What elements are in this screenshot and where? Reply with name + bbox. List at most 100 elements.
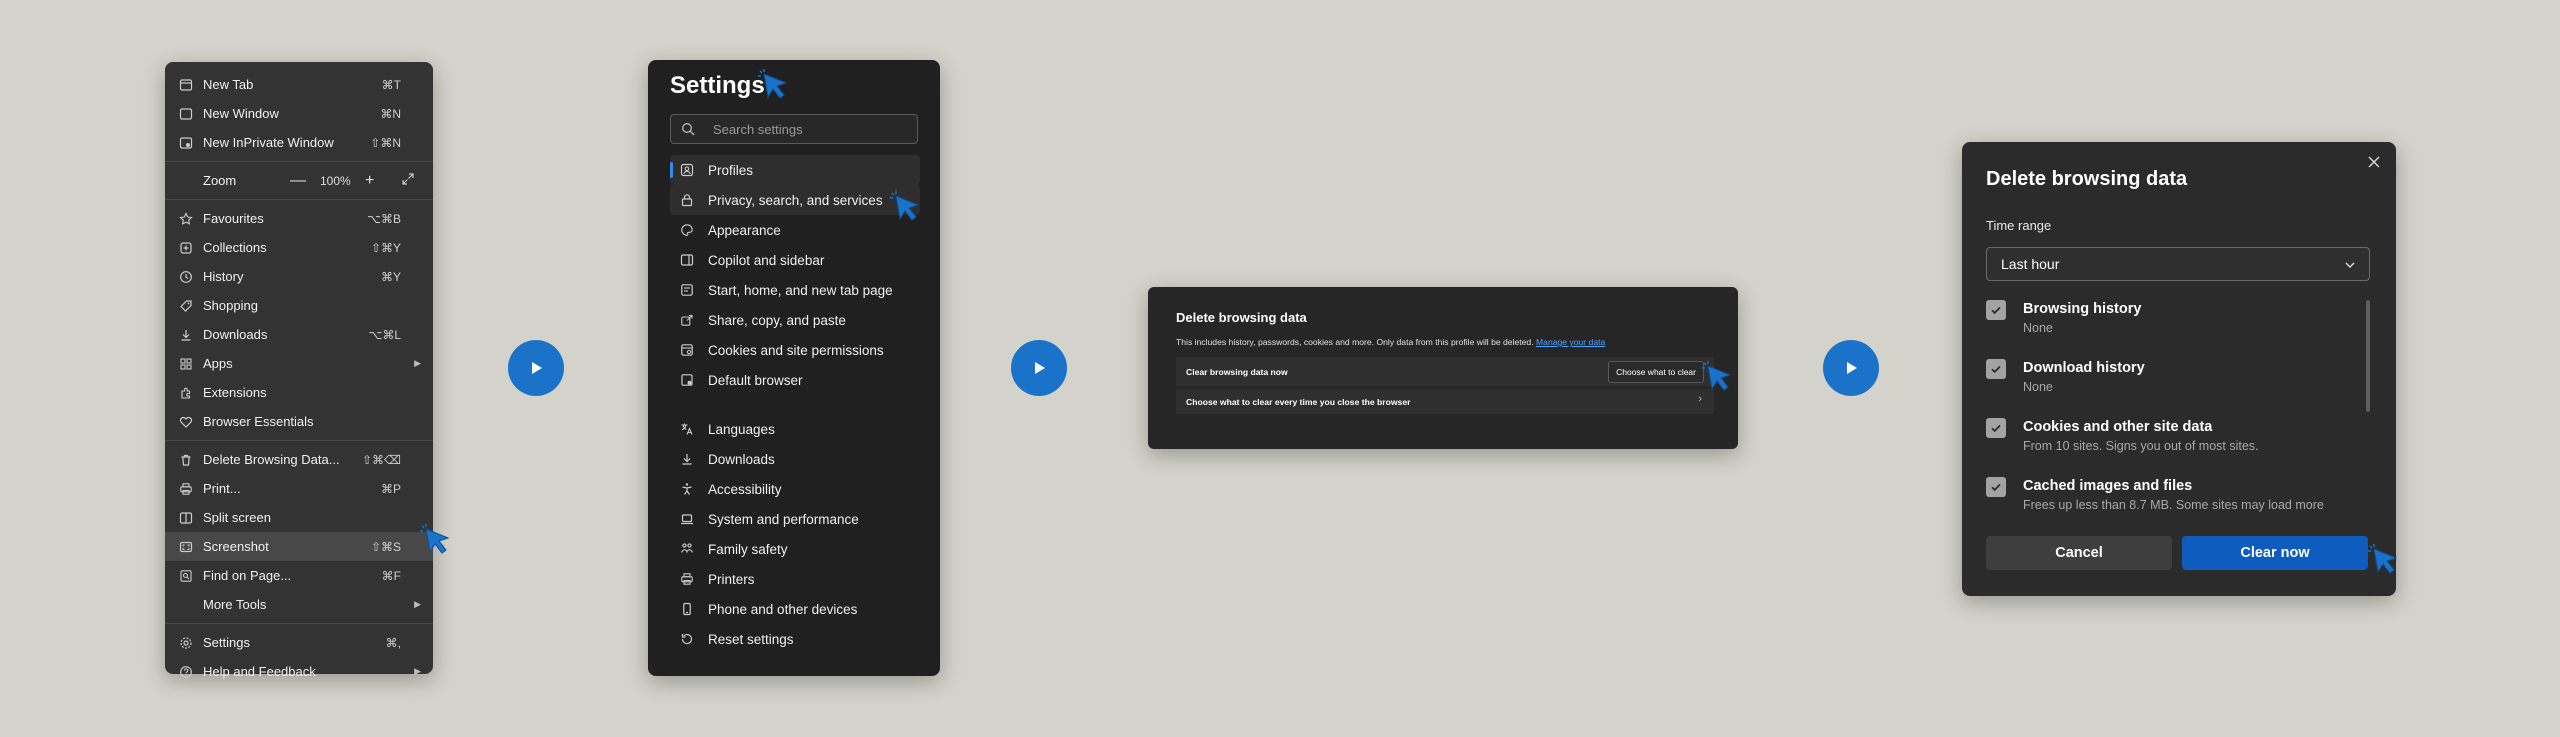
play-button[interactable]	[1011, 340, 1067, 396]
menu-item-label: Screenshot	[203, 539, 269, 554]
menu-item-apps[interactable]: Apps ▶	[165, 349, 433, 378]
zoom-in-button[interactable]: +	[365, 172, 374, 190]
checkbox-checked-icon[interactable]	[1986, 418, 2006, 438]
clear-now-row: Clear browsing data now Choose what to c…	[1176, 357, 1714, 386]
divider	[165, 161, 433, 162]
menu-item-label: Extensions	[203, 385, 267, 400]
settings-item-privacy[interactable]: Privacy, search, and services	[670, 185, 920, 215]
menu-item-shortcut: ⌘Y	[380, 269, 401, 284]
clear-now-button[interactable]: Clear now	[2182, 536, 2368, 570]
menu-item-shortcut: ⇧⌘⌫	[361, 452, 401, 467]
play-button[interactable]	[508, 340, 564, 396]
cancel-button[interactable]: Cancel	[1986, 536, 2172, 570]
option-subtitle: Frees up less than 8.7 MB. Some sites ma…	[2023, 498, 2324, 512]
option-subtitle: None	[2023, 380, 2053, 394]
settings-title: Settings	[670, 72, 765, 99]
settings-item-default-browser[interactable]: Default browser	[670, 365, 920, 395]
menu-item-shortcut: ⇧⌘N	[370, 135, 401, 150]
time-range-select[interactable]: Last hour	[1986, 247, 2370, 281]
menu-item-shortcut: ⌘T	[381, 77, 401, 92]
mouse-cursor-icon	[758, 69, 788, 99]
cookies-icon	[680, 343, 694, 357]
browser-icon	[680, 373, 694, 387]
find-icon	[179, 569, 193, 583]
menu-item-shortcut: ⌥⌘B	[367, 211, 401, 226]
mouse-cursor-icon	[890, 191, 920, 221]
clear-on-close-label: Choose what to clear every time you clos…	[1186, 397, 1411, 407]
settings-item-cookies[interactable]: Cookies and site permissions	[670, 335, 920, 365]
menu-item-delete-browsing-data[interactable]: Delete Browsing Data... ⇧⌘⌫	[165, 445, 433, 474]
menu-item-collections[interactable]: Collections ⇧⌘Y	[165, 233, 433, 262]
settings-item-appearance[interactable]: Appearance	[670, 215, 920, 245]
settings-item-label: Reset settings	[708, 631, 794, 647]
option-subtitle: None	[2023, 321, 2053, 335]
share-icon	[680, 313, 694, 327]
fullscreen-icon[interactable]	[401, 172, 415, 189]
lock-icon	[680, 193, 694, 207]
play-button[interactable]	[1823, 340, 1879, 396]
settings-panel: Settings Search settings Profiles Privac…	[648, 60, 940, 676]
menu-item-new-tab[interactable]: New Tab ⌘T	[165, 70, 433, 99]
mouse-cursor-icon	[1702, 361, 1732, 391]
zoom-out-button[interactable]: —	[290, 172, 306, 190]
settings-item-family-safety[interactable]: Family safety	[670, 534, 920, 564]
settings-item-reset[interactable]: Reset settings	[670, 624, 920, 654]
menu-item-more-tools[interactable]: More Tools ▶	[165, 590, 433, 619]
menu-item-label: Settings	[203, 635, 250, 650]
menu-item-help-and-feedback[interactable]: Help and Feedback ▶	[165, 657, 433, 686]
manage-your-data-link[interactable]: Manage your data	[1536, 337, 1605, 347]
settings-item-profiles[interactable]: Profiles	[670, 155, 920, 185]
menu-item-favourites[interactable]: Favourites ⌥⌘B	[165, 204, 433, 233]
section-title: Delete browsing data	[1176, 310, 1307, 325]
checkbox-checked-icon[interactable]	[1986, 477, 2006, 497]
mouse-cursor-icon	[2368, 544, 2398, 574]
menu-item-find-on-page[interactable]: Find on Page... ⌘F	[165, 561, 433, 590]
settings-item-share-copy-paste[interactable]: Share, copy, and paste	[670, 305, 920, 335]
menu-item-browser-essentials[interactable]: Browser Essentials	[165, 407, 433, 436]
checkbox-checked-icon[interactable]	[1986, 359, 2006, 379]
menu-item-extensions[interactable]: Extensions	[165, 378, 433, 407]
download-icon	[680, 452, 694, 466]
menu-item-print[interactable]: Print... ⌘P	[165, 474, 433, 503]
menu-item-shortcut: ⌥⌘L	[368, 327, 401, 342]
menu-item-downloads[interactable]: Downloads ⌥⌘L	[165, 320, 433, 349]
menu-item-shopping[interactable]: Shopping	[165, 291, 433, 320]
settings-item-printers[interactable]: Printers	[670, 564, 920, 594]
menu-item-shortcut: ⇧⌘Y	[370, 240, 401, 255]
settings-item-downloads[interactable]: Downloads	[670, 444, 920, 474]
settings-item-label: Default browser	[708, 372, 803, 388]
reset-icon	[680, 632, 694, 646]
menu-item-new-window[interactable]: New Window ⌘N	[165, 99, 433, 128]
search-input[interactable]: Search settings	[670, 114, 918, 144]
menu-item-new-inprivate-window[interactable]: New InPrivate Window ⇧⌘N	[165, 128, 433, 157]
search-placeholder: Search settings	[713, 122, 803, 137]
menu-item-label: Split screen	[203, 510, 271, 525]
menu-item-shortcut: ⌘,	[385, 635, 401, 650]
new-window-icon	[179, 107, 193, 121]
close-icon[interactable]	[2366, 154, 2382, 175]
option-subtitle: From 10 sites. Signs you out of most sit…	[2023, 439, 2259, 453]
menu-item-screenshot[interactable]: Screenshot ⇧⌘S	[165, 532, 433, 561]
settings-item-label: Privacy, search, and services	[708, 192, 883, 208]
settings-item-phone-devices[interactable]: Phone and other devices	[670, 594, 920, 624]
menu-item-split-screen[interactable]: Split screen	[165, 503, 433, 532]
chevron-right-icon: ▶	[414, 599, 421, 609]
clear-on-close-row[interactable]: Choose what to clear every time you clos…	[1176, 389, 1714, 414]
choose-what-to-clear-button[interactable]: Choose what to clear	[1608, 361, 1704, 383]
family-icon	[680, 542, 694, 556]
menu-item-label: Collections	[203, 240, 267, 255]
menu-item-settings[interactable]: Settings ⌘,	[165, 628, 433, 657]
settings-item-languages[interactable]: Languages	[670, 414, 920, 444]
printer-icon	[680, 572, 694, 586]
settings-item-label: Start, home, and new tab page	[708, 282, 893, 298]
scrollbar[interactable]	[2366, 300, 2370, 412]
settings-item-system-performance[interactable]: System and performance	[670, 504, 920, 534]
zoom-level: 100%	[320, 173, 351, 188]
accessibility-icon	[680, 482, 694, 496]
checkbox-checked-icon[interactable]	[1986, 300, 2006, 320]
menu-item-history[interactable]: History ⌘Y	[165, 262, 433, 291]
settings-item-copilot-sidebar[interactable]: Copilot and sidebar	[670, 245, 920, 275]
settings-item-accessibility[interactable]: Accessibility	[670, 474, 920, 504]
settings-item-start-home[interactable]: Start, home, and new tab page	[670, 275, 920, 305]
option-title: Download history	[2023, 360, 2145, 376]
